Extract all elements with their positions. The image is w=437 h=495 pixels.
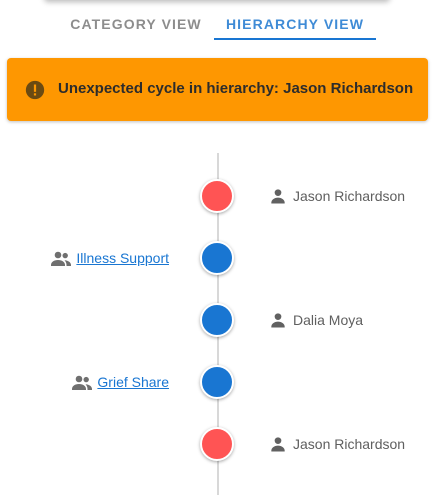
timeline-node — [200, 365, 234, 399]
group-link[interactable]: Grief Share — [97, 374, 169, 390]
person-icon — [268, 186, 288, 206]
person-name: Jason Richardson — [293, 436, 406, 452]
person-name: Jason Richardson — [293, 188, 406, 204]
group-entry[interactable]: Grief Share — [70, 365, 169, 399]
person-name: Dalia Moya — [293, 312, 364, 328]
group-entry[interactable]: Illness Support — [49, 241, 169, 275]
timeline-node-cycle — [200, 427, 234, 461]
person-icon — [268, 434, 288, 454]
alert-circle-icon — [25, 80, 45, 100]
person-entry: Jason Richardson — [268, 179, 405, 213]
tab-category-view[interactable]: CATEGORY VIEW — [58, 8, 214, 40]
active-tab-indicator — [214, 38, 376, 40]
person-icon — [268, 310, 288, 330]
group-icon — [49, 246, 73, 270]
person-entry: Dalia Moya — [268, 303, 363, 337]
alert-message: Unexpected cycle in hierarchy: Jason Ric… — [58, 80, 414, 97]
group-icon — [70, 370, 94, 394]
tab-hierarchy-view[interactable]: HIERARCHY VIEW — [214, 8, 376, 40]
timeline-node — [200, 241, 234, 275]
timeline-node-cycle — [200, 179, 234, 213]
person-entry: Jason Richardson — [268, 427, 405, 461]
group-link[interactable]: Illness Support — [76, 250, 169, 266]
hierarchy-page: CATEGORY VIEW HIERARCHY VIEW Unexpected … — [0, 0, 437, 495]
cycle-alert: Unexpected cycle in hierarchy: Jason Ric… — [7, 58, 428, 121]
timeline-node — [200, 303, 234, 337]
